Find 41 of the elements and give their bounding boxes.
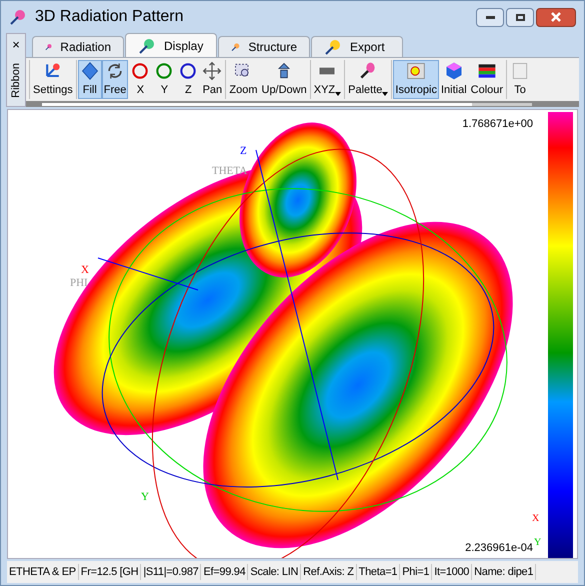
- status-bar-field: Scale: LIN: [248, 564, 302, 580]
- toolbar-button[interactable]: Y: [152, 60, 176, 99]
- status-bar-field: Phi=1: [400, 564, 432, 580]
- ribbon-tab[interactable]: Export: [311, 36, 403, 57]
- toolbar-button[interactable]: Zoom: [227, 60, 260, 99]
- colorbar-min-label: 2.236961e-04: [465, 540, 533, 556]
- toolbar-button[interactable]: Z: [176, 60, 200, 99]
- ribbon-tab[interactable]: Display: [125, 33, 217, 57]
- toolbar-button[interactable]: Palette: [346, 60, 390, 99]
- toolbar-button[interactable]: To: [508, 60, 532, 99]
- toolbar-button[interactable]: Isotropic: [393, 60, 439, 99]
- toolbar-button[interactable]: Free: [102, 60, 128, 99]
- axis-label: THETA: [212, 166, 248, 177]
- toolbar-button[interactable]: Initial: [438, 60, 469, 99]
- axis-label: Y: [534, 538, 542, 548]
- status-bar-field: Ref.Axis: Z: [301, 564, 357, 580]
- toolbar-button[interactable]: Colour: [468, 60, 506, 99]
- axis-label: Z: [240, 146, 247, 157]
- ribbon-tab[interactable]: Radiation: [32, 36, 124, 57]
- status-bar-field: |S11|=0.987: [141, 564, 202, 580]
- status-bar-field: It=1000: [432, 564, 472, 580]
- status-bar-field: Name: dipe1: [472, 564, 536, 580]
- status-bar-field: ETHETA & EP: [7, 564, 79, 580]
- close-ribbon-button[interactable]: ×: [12, 38, 20, 51]
- toolbar-button[interactable]: Pan: [200, 60, 224, 99]
- toolbar-button[interactable]: X: [128, 60, 152, 99]
- toolbar-button[interactable]: Settings: [31, 60, 75, 99]
- axis-label: X: [81, 265, 89, 276]
- toolbar-button[interactable]: Up/Down: [260, 60, 309, 99]
- axis-label: PHI: [70, 278, 88, 289]
- ribbon-label: Ribbon: [8, 63, 23, 98]
- toolbar-button[interactable]: XYZ: [312, 60, 344, 99]
- ribbon-tab[interactable]: Structure: [218, 36, 310, 57]
- toolbar-button[interactable]: Fill: [78, 60, 102, 99]
- colorbar-max-label: 1.768671e+00: [462, 117, 533, 132]
- status-bar-field: Theta=1: [356, 564, 400, 580]
- axis-label: Y: [141, 492, 149, 503]
- window-title: 3D Radiation Pattern: [35, 7, 184, 27]
- axis-label: X: [532, 514, 540, 524]
- status-bar-field: Ef=99.94: [201, 564, 248, 580]
- status-bar-field: Fr=12.5 [GH: [78, 564, 142, 580]
